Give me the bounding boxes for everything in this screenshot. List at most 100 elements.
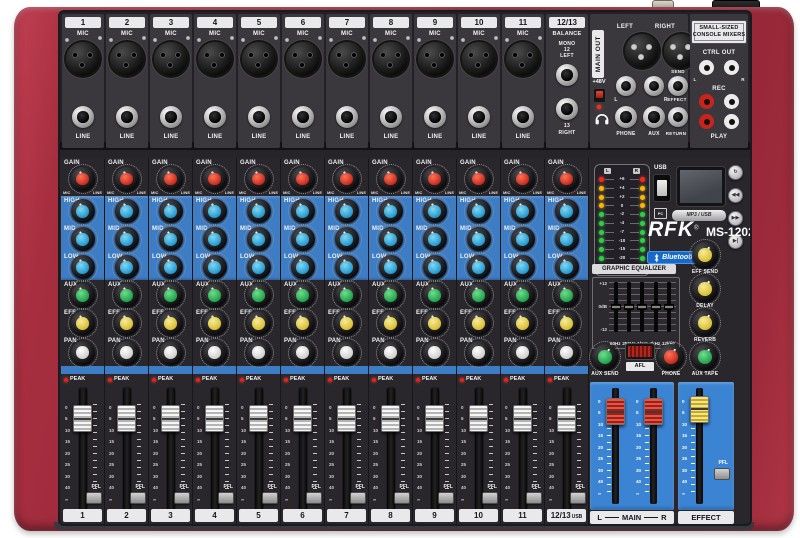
low-knob[interactable]	[511, 255, 535, 279]
phantom-power-switch[interactable]: +48V	[590, 80, 608, 109]
low-knob[interactable]	[379, 255, 403, 279]
phone-knob[interactable]	[658, 344, 684, 370]
pan-knob[interactable]	[115, 341, 139, 365]
gain-knob[interactable]	[203, 167, 227, 191]
mid-knob[interactable]	[555, 227, 579, 251]
gain-knob[interactable]	[423, 167, 447, 191]
low-knob[interactable]	[71, 255, 95, 279]
high-knob[interactable]	[115, 199, 139, 223]
pfl-button[interactable]	[218, 492, 234, 504]
channel-fader-cap[interactable]	[249, 405, 268, 432]
delay-knob[interactable]	[692, 276, 718, 302]
gain-knob[interactable]	[467, 167, 491, 191]
pan-knob[interactable]	[335, 341, 359, 365]
pan-knob[interactable]	[159, 341, 183, 365]
gain-knob[interactable]	[291, 167, 315, 191]
channel-fader-cap[interactable]	[469, 405, 488, 432]
pfl-button[interactable]	[482, 492, 498, 504]
aux-knob[interactable]	[203, 283, 227, 307]
aux-tape-knob[interactable]	[692, 344, 718, 370]
eff-knob[interactable]	[335, 311, 359, 335]
pfl-button[interactable]	[262, 492, 278, 504]
low-knob[interactable]	[247, 255, 271, 279]
eff-knob[interactable]	[291, 311, 315, 335]
channel-fader-cap[interactable]	[557, 405, 576, 432]
mid-knob[interactable]	[291, 227, 315, 251]
eff-knob[interactable]	[467, 311, 491, 335]
pan-knob[interactable]	[71, 341, 95, 365]
channel-fader-cap[interactable]	[381, 405, 400, 432]
aux-knob[interactable]	[555, 283, 579, 307]
pan-knob[interactable]	[467, 341, 491, 365]
channel-fader-cap[interactable]	[513, 405, 532, 432]
repeat-button[interactable]: ↻	[728, 165, 743, 180]
high-knob[interactable]	[159, 199, 183, 223]
pfl-button[interactable]	[350, 492, 366, 504]
aux-knob[interactable]	[71, 283, 95, 307]
eff-knob[interactable]	[511, 311, 535, 335]
pfl-button[interactable]	[86, 492, 102, 504]
pan-knob[interactable]	[379, 341, 403, 365]
aux-knob[interactable]	[379, 283, 403, 307]
mid-knob[interactable]	[159, 227, 183, 251]
eff-knob[interactable]	[159, 311, 183, 335]
low-knob[interactable]	[291, 255, 315, 279]
previous-button[interactable]: ◀◀	[728, 188, 743, 203]
pfl-button[interactable]	[526, 492, 542, 504]
low-knob[interactable]	[159, 255, 183, 279]
low-knob[interactable]	[203, 255, 227, 279]
pan-knob[interactable]	[247, 341, 271, 365]
mid-knob[interactable]	[115, 227, 139, 251]
main-r-fader-cap[interactable]	[644, 398, 663, 425]
gain-knob[interactable]	[159, 167, 183, 191]
mid-knob[interactable]	[247, 227, 271, 251]
geq-slider-cap[interactable]	[637, 304, 647, 310]
gain-knob[interactable]	[511, 167, 535, 191]
pan-knob[interactable]	[555, 341, 579, 365]
eff-knob[interactable]	[555, 311, 579, 335]
high-knob[interactable]	[423, 199, 447, 223]
pfl-button[interactable]	[174, 492, 190, 504]
high-knob[interactable]	[71, 199, 95, 223]
mid-knob[interactable]	[203, 227, 227, 251]
main-l-fader-cap[interactable]	[606, 398, 625, 425]
eff-knob[interactable]	[247, 311, 271, 335]
low-knob[interactable]	[335, 255, 359, 279]
mid-knob[interactable]	[335, 227, 359, 251]
high-knob[interactable]	[555, 199, 579, 223]
eff-knob[interactable]	[423, 311, 447, 335]
effect-fader-cap[interactable]	[690, 396, 709, 423]
channel-fader-cap[interactable]	[205, 405, 224, 432]
mid-knob[interactable]	[511, 227, 535, 251]
mid-knob[interactable]	[71, 227, 95, 251]
aux-knob[interactable]	[511, 283, 535, 307]
low-knob[interactable]	[423, 255, 447, 279]
pfl-button[interactable]	[438, 492, 454, 504]
geq-slider-cap[interactable]	[624, 304, 634, 310]
low-knob[interactable]	[555, 255, 579, 279]
effect-pfl-button[interactable]	[714, 468, 730, 480]
pan-knob[interactable]	[203, 341, 227, 365]
mid-knob[interactable]	[467, 227, 491, 251]
gain-knob[interactable]	[555, 167, 579, 191]
eff-knob[interactable]	[203, 311, 227, 335]
channel-fader-cap[interactable]	[117, 405, 136, 432]
reverb-knob[interactable]	[692, 310, 718, 336]
geq-slider-cap[interactable]	[651, 304, 661, 310]
mid-knob[interactable]	[423, 227, 447, 251]
channel-fader-cap[interactable]	[337, 405, 356, 432]
channel-fader-cap[interactable]	[293, 405, 312, 432]
aux-knob[interactable]	[467, 283, 491, 307]
gain-knob[interactable]	[71, 167, 95, 191]
aux-knob[interactable]	[247, 283, 271, 307]
low-knob[interactable]	[115, 255, 139, 279]
eff-knob[interactable]	[115, 311, 139, 335]
afl-button[interactable]	[626, 344, 654, 359]
gain-knob[interactable]	[247, 167, 271, 191]
pfl-button[interactable]	[394, 492, 410, 504]
pan-knob[interactable]	[511, 341, 535, 365]
aux-knob[interactable]	[159, 283, 183, 307]
aux-send-knob[interactable]	[592, 344, 618, 370]
low-knob[interactable]	[467, 255, 491, 279]
pan-knob[interactable]	[423, 341, 447, 365]
